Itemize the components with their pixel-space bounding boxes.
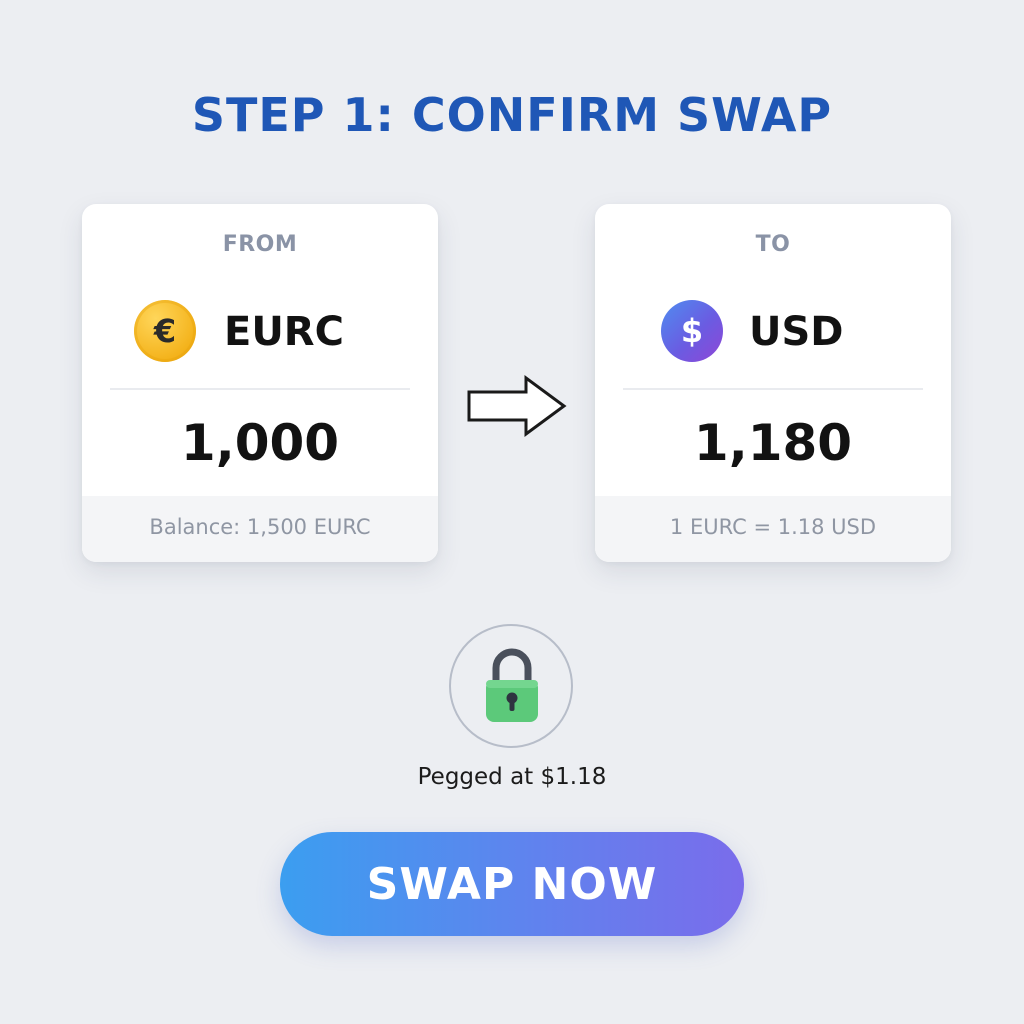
right-arrow-icon	[467, 375, 567, 437]
exchange-rate-text: 1 EURC = 1.18 USD	[595, 496, 951, 562]
lock-icon	[486, 648, 538, 722]
to-card: TO $ USD 1,180 1 EURC = 1.18 USD	[595, 204, 951, 562]
to-currency-selector[interactable]: $ USD	[595, 300, 951, 364]
to-label: TO	[755, 232, 791, 257]
peg-status-text: Pegged at $1.18	[417, 764, 607, 790]
dollar-symbol: $	[680, 312, 704, 350]
divider	[110, 388, 410, 390]
from-currency-selector[interactable]: € EURC	[82, 300, 438, 364]
to-amount: 1,180	[693, 414, 853, 472]
balance-text: Balance: 1,500 EURC	[82, 496, 438, 562]
page-title: STEP 1: CONFIRM SWAP	[191, 88, 833, 142]
to-currency-name: USD	[749, 309, 844, 355]
dollar-coin-icon: $	[661, 300, 723, 362]
from-label: FROM	[222, 232, 298, 257]
from-amount[interactable]: 1,000	[82, 414, 438, 472]
from-card: FROM € EURC 1,000 Balance: 1,500 EURC	[82, 204, 438, 562]
euro-symbol: €	[153, 312, 177, 350]
divider	[623, 388, 923, 390]
euro-coin-icon: €	[134, 300, 196, 362]
lock-badge	[449, 624, 573, 748]
swap-now-button[interactable]: SWAP NOW	[280, 832, 744, 936]
from-currency-name: EURC	[224, 309, 344, 355]
